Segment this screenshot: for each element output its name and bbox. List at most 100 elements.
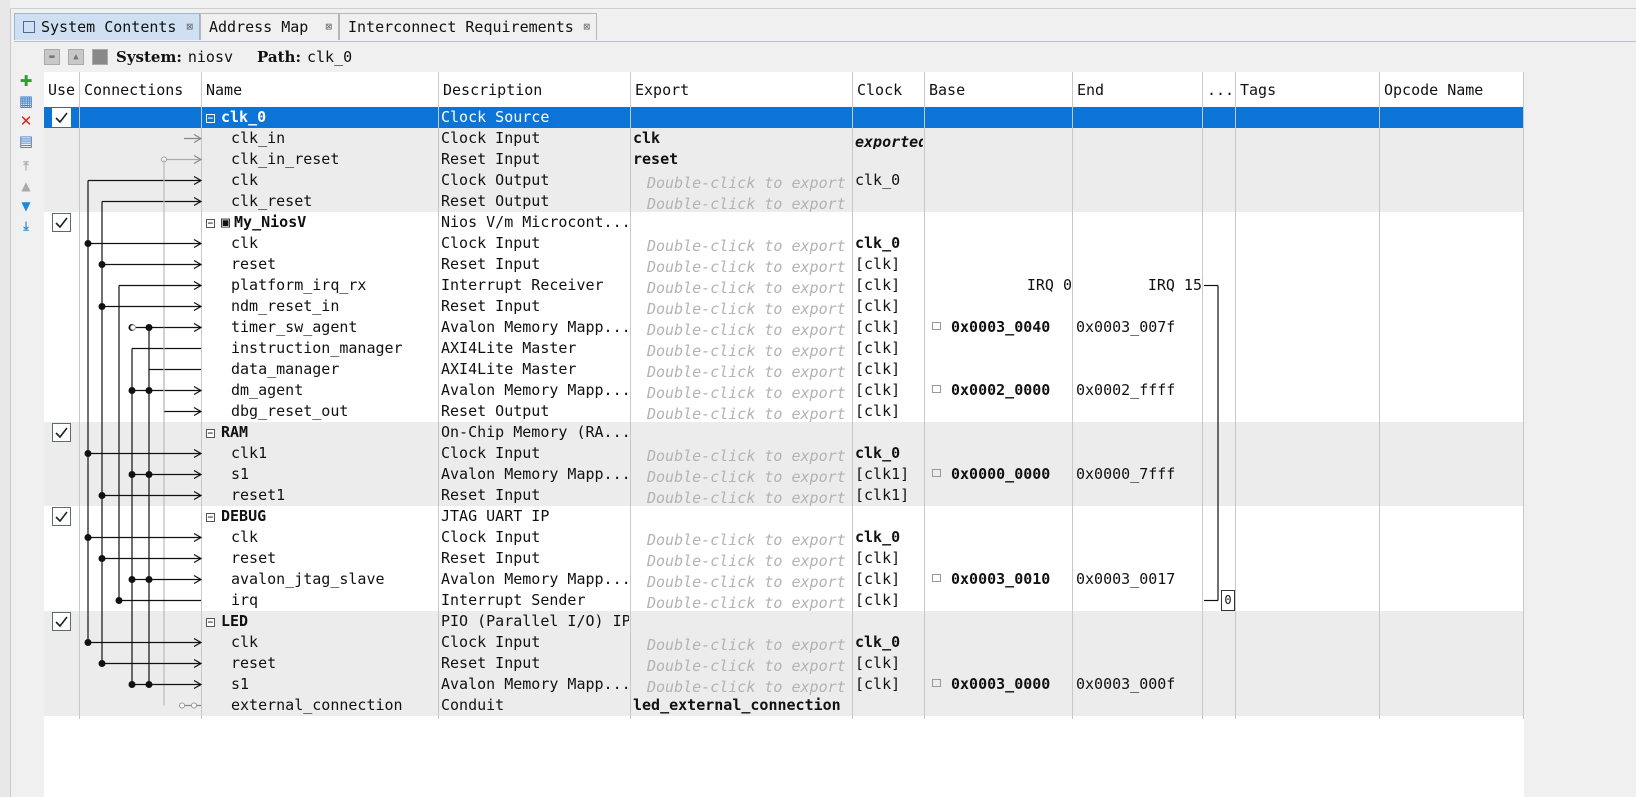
interface-name[interactable]: instruction_manager: [231, 338, 437, 359]
interface-name[interactable]: data_manager: [231, 359, 437, 380]
interface-name[interactable]: clk: [231, 233, 437, 254]
column-header-opcode-name[interactable]: Opcode Name: [1380, 72, 1523, 107]
clock-cell[interactable]: clk_0: [855, 527, 923, 548]
export-value[interactable]: reset: [633, 149, 851, 170]
up-level-icon[interactable]: ▲: [68, 49, 84, 65]
close-icon[interactable]: ⊠: [583, 20, 590, 33]
base-address[interactable]: 0x0002_0000: [928, 380, 1072, 401]
tab-interconnect-requirements[interactable]: Interconnect Requirements ⊠: [339, 13, 597, 40]
interface-row[interactable]: clk Clock Input Double-click to export clk_…: [44, 527, 1524, 549]
column-header-export[interactable]: Export: [631, 72, 852, 107]
collapse-toggle-icon[interactable]: −: [206, 618, 215, 628]
use-checkbox[interactable]: [52, 423, 71, 442]
base-address[interactable]: 0x0000_0000: [928, 464, 1072, 485]
tab-system-contents[interactable]: System Contents ⊠: [14, 13, 200, 40]
column-header-use[interactable]: Use: [44, 72, 79, 107]
base-address[interactable]: 0x0003_0010: [928, 569, 1072, 590]
interface-row[interactable]: reset Reset Input Double-click to export [c…: [44, 653, 1524, 675]
export-value[interactable]: clk: [633, 128, 851, 149]
interface-name[interactable]: platform_irq_rx: [231, 275, 437, 296]
move-up-icon[interactable]: ▲: [18, 178, 34, 194]
interface-row[interactable]: ndm_reset_in Reset Input Double-click to e…: [44, 296, 1524, 318]
component-row[interactable]: − LED PIO (Parallel I/O) IP: [44, 611, 1524, 632]
tab-address-map[interactable]: Address Map ⊠: [200, 13, 339, 40]
clock-cell[interactable]: [clk]: [855, 359, 923, 380]
interface-row[interactable]: clk_in Clock Input clk exported: [44, 128, 1524, 151]
interface-name[interactable]: s1: [231, 674, 437, 695]
column-header-name[interactable]: Name: [202, 72, 438, 107]
move-down-icon[interactable]: ▼: [18, 198, 34, 214]
clock-cell[interactable]: [clk]: [855, 254, 923, 275]
lock-icon[interactable]: [932, 385, 941, 393]
interface-row[interactable]: dbg_reset_out Reset Output Double-click to…: [44, 401, 1524, 423]
add-component-icon[interactable]: ▦: [18, 92, 34, 110]
collapse-icon[interactable]: ▬: [44, 49, 60, 65]
interface-row[interactable]: irq Interrupt Sender Double-click to expor…: [44, 590, 1524, 612]
close-icon[interactable]: ⊠: [186, 20, 193, 33]
column-header-description[interactable]: Description: [439, 72, 630, 107]
interface-row[interactable]: avalon_jtag_slave Avalon Memory Mapp... Do…: [44, 569, 1524, 591]
interface-row[interactable]: timer_sw_agent Avalon Memory Mapp... Doubl…: [44, 317, 1524, 339]
component-name[interactable]: − LED: [206, 611, 438, 632]
collapse-toggle-icon[interactable]: −: [206, 429, 215, 439]
clock-cell[interactable]: [clk]: [855, 590, 923, 611]
component-name[interactable]: − RAM: [206, 422, 438, 443]
column-header-tags[interactable]: Tags: [1236, 72, 1379, 107]
irq-number[interactable]: 0: [1221, 590, 1235, 611]
interface-name[interactable]: timer_sw_agent: [231, 317, 437, 338]
clock-cell[interactable]: clk_0: [855, 233, 923, 254]
interface-name[interactable]: reset: [231, 548, 437, 569]
move-top-icon[interactable]: ⤒: [18, 158, 34, 174]
close-icon[interactable]: ⊠: [325, 20, 332, 33]
component-row[interactable]: − clk_0 Clock Source: [44, 107, 1524, 128]
component-name[interactable]: − clk_0: [206, 107, 438, 128]
use-checkbox[interactable]: [52, 213, 71, 232]
interface-name[interactable]: dbg_reset_out: [231, 401, 437, 422]
collapse-toggle-icon[interactable]: −: [206, 219, 215, 229]
interface-name[interactable]: clk: [231, 527, 437, 548]
clock-cell[interactable]: clk_0: [855, 632, 923, 653]
interface-row[interactable]: clk_in_reset Reset Input reset: [44, 149, 1524, 170]
interface-name[interactable]: reset1: [231, 485, 437, 506]
interface-row[interactable]: s1 Avalon Memory Mapp... Double-click to e…: [44, 674, 1524, 696]
collapse-toggle-icon[interactable]: −: [206, 513, 215, 523]
interface-name[interactable]: clk: [231, 170, 437, 191]
lock-icon[interactable]: [932, 679, 941, 687]
lock-icon[interactable]: [932, 469, 941, 477]
clock-cell[interactable]: [clk]: [855, 338, 923, 359]
clock-cell[interactable]: [clk]: [855, 380, 923, 401]
interface-name[interactable]: reset: [231, 254, 437, 275]
interface-name[interactable]: clk: [231, 632, 437, 653]
clock-cell[interactable]: [clk]: [855, 548, 923, 569]
clock-cell[interactable]: clk_0: [855, 170, 923, 191]
interface-name[interactable]: clk_in: [231, 128, 437, 149]
interface-name[interactable]: ndm_reset_in: [231, 296, 437, 317]
clock-cell[interactable]: [clk]: [855, 317, 923, 338]
lock-icon[interactable]: [932, 574, 941, 582]
interface-name[interactable]: clk1: [231, 443, 437, 464]
clock-cell[interactable]: [clk]: [855, 296, 923, 317]
interface-name[interactable]: avalon_jtag_slave: [231, 569, 437, 590]
interface-name[interactable]: irq: [231, 590, 437, 611]
collapse-toggle-icon[interactable]: −: [206, 114, 215, 124]
column-header-base[interactable]: Base: [925, 72, 1072, 107]
interface-row[interactable]: clk Clock Input Double-click to export clk_…: [44, 632, 1524, 654]
interface-row[interactable]: instruction_manager AXI4Lite Master Double…: [44, 338, 1524, 360]
clock-cell[interactable]: [clk1]: [855, 464, 923, 485]
interface-name[interactable]: clk_reset: [231, 191, 437, 212]
clock-cell[interactable]: [clk]: [855, 569, 923, 590]
interface-row[interactable]: reset Reset Input Double-click to export [c…: [44, 548, 1524, 570]
component-name[interactable]: − ▣ My_NiosV: [206, 212, 438, 233]
lock-icon[interactable]: [932, 322, 941, 330]
column-header-end[interactable]: End: [1073, 72, 1202, 107]
clock-cell[interactable]: clk_0: [855, 443, 923, 464]
base-address[interactable]: 0x0003_0000: [928, 674, 1072, 695]
interface-row[interactable]: s1 Avalon Memory Mapp... Double-click to e…: [44, 464, 1524, 486]
interface-row[interactable]: clk Clock Output Double-click to export clk…: [44, 170, 1524, 192]
use-checkbox[interactable]: [52, 507, 71, 526]
component-name[interactable]: − DEBUG: [206, 506, 438, 527]
interface-name[interactable]: reset: [231, 653, 437, 674]
interface-row[interactable]: reset1 Reset Input Double-click to export[…: [44, 485, 1524, 507]
move-bottom-icon[interactable]: ⤓: [18, 218, 34, 234]
clock-cell[interactable]: [clk1]: [855, 485, 923, 506]
